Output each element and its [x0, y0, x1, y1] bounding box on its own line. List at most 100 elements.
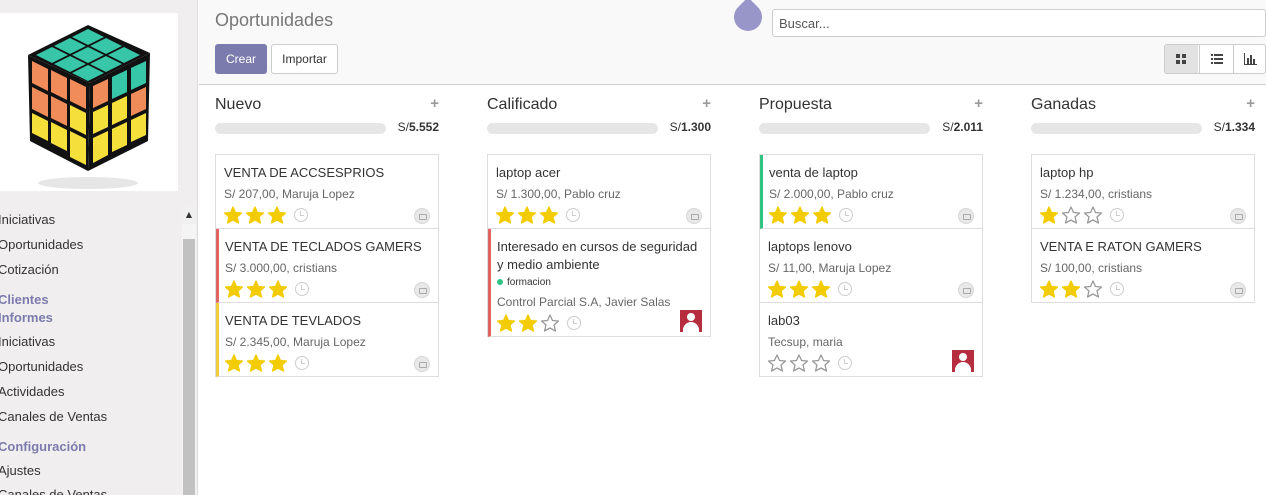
star-icon[interactable] [767, 354, 787, 372]
sidebar-scrollbar[interactable]: ▲ [182, 206, 196, 495]
star-icon[interactable] [246, 280, 266, 298]
opportunity-card[interactable]: laptop hp S/ 1.234,00, cristians [1032, 155, 1254, 229]
star-icon[interactable] [224, 280, 244, 298]
kanban-view-icon[interactable] [1165, 45, 1198, 73]
priority-stars[interactable] [1039, 280, 1105, 298]
star-icon[interactable] [811, 280, 831, 298]
avatar[interactable] [952, 350, 974, 372]
column-progress-bar[interactable] [215, 123, 386, 134]
star-icon[interactable] [246, 354, 266, 372]
column-title[interactable]: Calificado [487, 96, 557, 114]
scroll-up-icon[interactable]: ▲ [182, 206, 196, 224]
star-icon[interactable] [495, 206, 515, 224]
star-icon[interactable] [539, 206, 559, 224]
quick-create-plus-icon[interactable]: + [974, 95, 983, 112]
clock-activity-icon[interactable] [838, 356, 852, 370]
opportunity-card[interactable]: laptops lenovo S/ 11,00, Maruja Lopez [760, 229, 982, 303]
sidebar-item[interactable]: Oportunidades [0, 237, 83, 252]
star-icon[interactable] [245, 206, 265, 224]
company-logo[interactable] [0, 13, 178, 191]
column-progress-bar[interactable] [1031, 123, 1202, 134]
column-progress-bar[interactable] [487, 123, 658, 134]
opportunity-card[interactable]: VENTA DE TECLADOS GAMERS S/ 3.000,00, cri… [216, 229, 438, 303]
camera-placeholder-icon[interactable] [1230, 282, 1246, 298]
star-icon[interactable] [789, 280, 809, 298]
opportunity-card[interactable]: venta de laptop S/ 2.000,00, Pablo cruz [760, 155, 982, 229]
clock-activity-icon[interactable] [294, 208, 308, 222]
clock-activity-icon[interactable] [295, 356, 309, 370]
opportunity-card[interactable]: lab03 Tecsup, maria [760, 303, 982, 377]
clock-activity-icon[interactable] [838, 282, 852, 296]
camera-placeholder-icon[interactable] [958, 282, 974, 298]
star-icon[interactable] [790, 206, 810, 224]
opportunity-card[interactable]: VENTA DE ACCSESPRIOS S/ 207,00, Maruja Lo… [216, 155, 438, 229]
camera-placeholder-icon[interactable] [414, 356, 430, 372]
clock-activity-icon[interactable] [1110, 208, 1124, 222]
priority-stars[interactable] [224, 280, 290, 298]
graph-view-icon[interactable] [1233, 45, 1265, 73]
camera-placeholder-icon[interactable] [414, 282, 430, 298]
camera-placeholder-icon[interactable] [1230, 208, 1246, 224]
star-icon[interactable] [1083, 280, 1103, 298]
list-view-icon[interactable] [1199, 45, 1232, 73]
opportunity-card[interactable]: VENTA E RATON GAMERS S/ 100,00, cristians [1032, 229, 1254, 303]
star-icon[interactable] [224, 354, 244, 372]
column-title[interactable]: Ganadas [1031, 96, 1096, 114]
sidebar-item[interactable]: Canales de Ventas [0, 409, 107, 424]
camera-placeholder-icon[interactable] [414, 208, 430, 224]
star-icon[interactable] [517, 206, 537, 224]
star-icon[interactable] [518, 314, 538, 332]
quick-create-plus-icon[interactable]: + [430, 95, 439, 112]
quick-create-plus-icon[interactable]: + [1246, 95, 1255, 112]
star-icon[interactable] [1061, 280, 1081, 298]
clock-activity-icon[interactable] [567, 316, 581, 330]
sidebar-item[interactable]: Ajustes [0, 463, 41, 478]
star-icon[interactable] [768, 206, 788, 224]
quick-create-plus-icon[interactable]: + [702, 95, 711, 112]
clock-activity-icon[interactable] [1110, 282, 1124, 296]
clock-activity-icon[interactable] [295, 282, 309, 296]
clock-activity-icon[interactable] [566, 208, 580, 222]
sidebar-item[interactable]: Iniciativas [0, 334, 55, 349]
star-icon[interactable] [496, 314, 516, 332]
opportunity-card[interactable]: Interesado en cursos de seguridad y medi… [488, 229, 710, 337]
star-icon[interactable] [789, 354, 809, 372]
star-icon[interactable] [1039, 206, 1059, 224]
priority-stars[interactable] [224, 354, 290, 372]
star-icon[interactable] [767, 280, 787, 298]
sidebar-item[interactable]: Oportunidades [0, 359, 83, 374]
import-button[interactable]: Importar [271, 44, 338, 74]
scroll-thumb[interactable] [183, 239, 195, 495]
clock-activity-icon[interactable] [839, 208, 853, 222]
column-title[interactable]: Propuesta [759, 96, 832, 114]
star-icon[interactable] [811, 354, 831, 372]
star-icon[interactable] [1039, 280, 1059, 298]
sidebar-item[interactable]: Cotización [0, 262, 59, 277]
star-icon[interactable] [1061, 206, 1081, 224]
avatar[interactable] [680, 310, 702, 332]
search-input[interactable] [772, 9, 1266, 37]
opportunity-card[interactable]: laptop acer S/ 1.300,00, Pablo cruz [488, 155, 710, 229]
opportunity-card[interactable]: VENTA DE TEVLADOS S/ 2.345,00, Maruja Lop… [216, 303, 438, 377]
priority-stars[interactable] [767, 280, 833, 298]
camera-placeholder-icon[interactable] [958, 208, 974, 224]
priority-stars[interactable] [1039, 206, 1105, 224]
create-button[interactable]: Crear [215, 44, 267, 74]
star-icon[interactable] [268, 354, 288, 372]
priority-stars[interactable] [768, 206, 834, 224]
star-icon[interactable] [268, 280, 288, 298]
priority-stars[interactable] [767, 354, 833, 372]
column-progress-bar[interactable] [759, 123, 930, 134]
sidebar-item[interactable]: Actividades [0, 384, 64, 399]
star-icon[interactable] [540, 314, 560, 332]
star-icon[interactable] [812, 206, 832, 224]
sidebar-item[interactable]: Iniciativas [0, 212, 55, 227]
priority-stars[interactable] [223, 206, 289, 224]
star-icon[interactable] [223, 206, 243, 224]
sidebar-item[interactable]: Canales de Ventas [0, 487, 107, 495]
star-icon[interactable] [267, 206, 287, 224]
star-icon[interactable] [1083, 206, 1103, 224]
column-title[interactable]: Nuevo [215, 96, 261, 114]
priority-stars[interactable] [495, 206, 561, 224]
camera-placeholder-icon[interactable] [686, 208, 702, 224]
